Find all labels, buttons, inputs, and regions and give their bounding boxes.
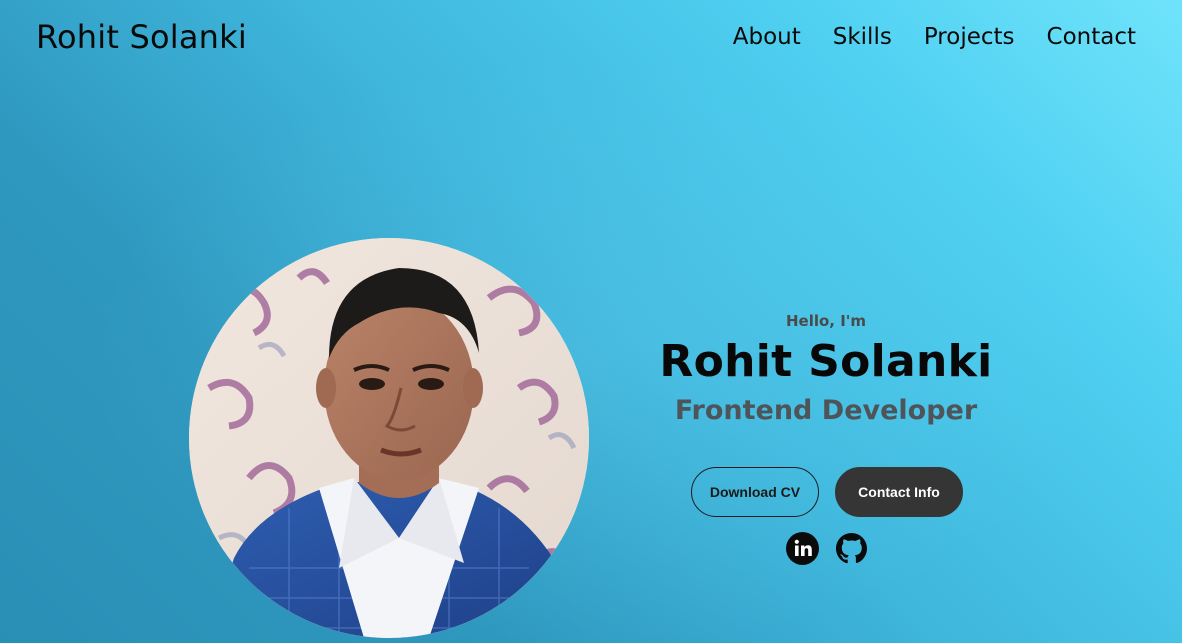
download-cv-button[interactable]: Download CV xyxy=(691,467,819,517)
nav-item-about: About xyxy=(733,24,801,50)
hero-name: Rohit Solanki xyxy=(659,336,993,387)
nav-link-about[interactable]: About xyxy=(733,24,801,50)
nav-item-skills: Skills xyxy=(833,24,892,50)
site-logo[interactable]: Rohit Solanki xyxy=(36,18,247,56)
hero-buttons: Download CV Contact Info xyxy=(691,467,963,517)
profile-photo-illustration xyxy=(189,238,589,638)
nav-item-contact: Contact xyxy=(1047,24,1136,50)
main-nav: About Skills Projects Contact xyxy=(733,24,1136,50)
nav-link-contact[interactable]: Contact xyxy=(1047,24,1136,50)
github-icon[interactable] xyxy=(835,532,868,565)
nav-item-projects: Projects xyxy=(924,24,1015,50)
contact-info-button[interactable]: Contact Info xyxy=(835,467,963,517)
social-links xyxy=(786,532,868,565)
nav-link-projects[interactable]: Projects xyxy=(924,24,1015,50)
hero-title: Frontend Developer xyxy=(674,395,978,426)
greeting-text: Hello, I'm xyxy=(785,312,867,330)
linkedin-icon[interactable] xyxy=(786,532,819,565)
profile-photo xyxy=(189,238,589,638)
hero-text: Hello, I'm Rohit Solanki Frontend Develo… xyxy=(626,312,1026,426)
nav-link-skills[interactable]: Skills xyxy=(833,24,892,50)
